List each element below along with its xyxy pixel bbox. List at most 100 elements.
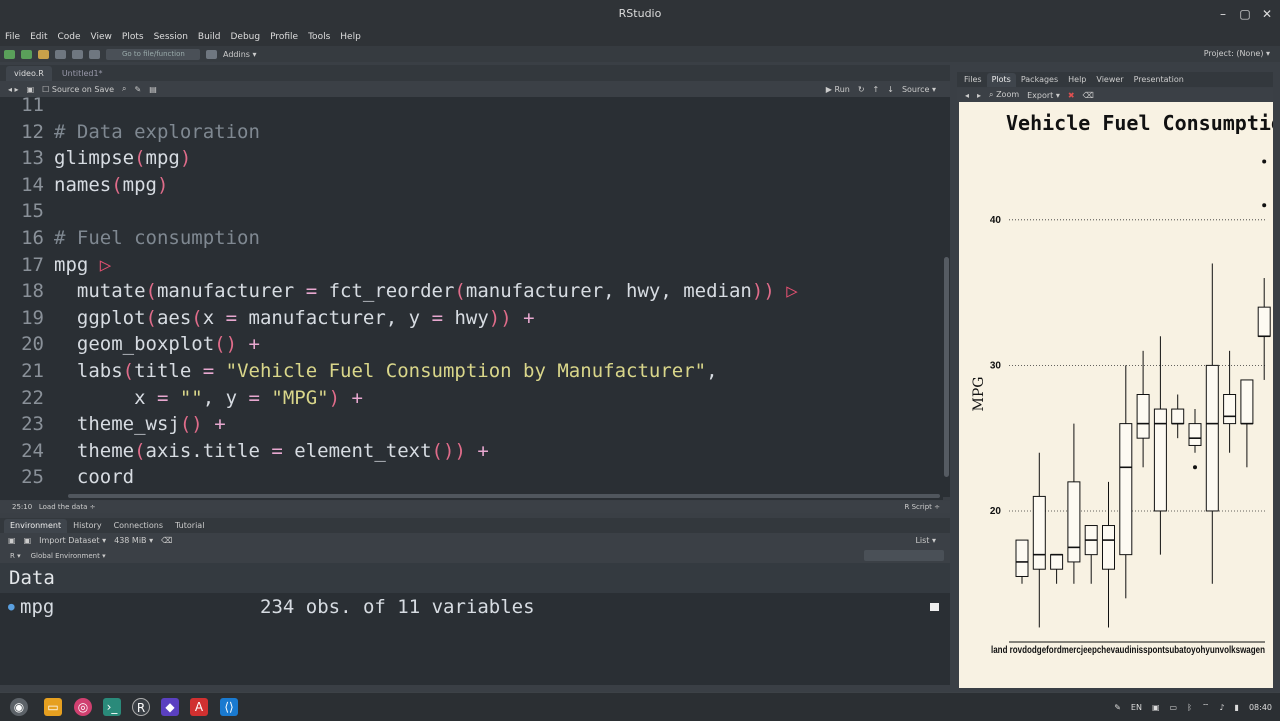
tab-tutorial[interactable]: Tutorial: [169, 519, 210, 533]
environment-select[interactable]: Global Environment ▾: [31, 552, 106, 560]
menu-view[interactable]: View: [86, 32, 117, 42]
code-line[interactable]: 15: [0, 198, 943, 225]
code-line[interactable]: 12 # Data exploration: [0, 119, 943, 146]
menu-file[interactable]: File: [0, 32, 25, 42]
expand-icon[interactable]: ●: [8, 593, 15, 621]
broom-icon[interactable]: ⌫: [1083, 91, 1094, 100]
battery-icon[interactable]: ▮: [1235, 703, 1239, 712]
new-file-icon[interactable]: [4, 49, 15, 59]
code-text[interactable]: mpg ▷: [54, 252, 111, 279]
scroll-thumb[interactable]: [68, 494, 940, 498]
goto-file-input[interactable]: Go to file/function: [106, 48, 200, 60]
tab-history[interactable]: History: [67, 519, 107, 533]
remove-plot-icon[interactable]: ✖: [1068, 91, 1075, 100]
env-search-input[interactable]: [864, 550, 944, 561]
menu-profile[interactable]: Profile: [265, 32, 303, 42]
search-icon[interactable]: ⌕: [122, 84, 126, 94]
code-text[interactable]: mutate(manufacturer = fct_reorder(manufa…: [54, 278, 798, 305]
rstudio-icon[interactable]: R: [132, 698, 150, 716]
volume-icon[interactable]: ♪: [1219, 703, 1224, 712]
scroll-thumb[interactable]: [944, 257, 949, 477]
import-dataset-button[interactable]: Import Dataset ▾: [39, 536, 106, 545]
tab-connections[interactable]: Connections: [108, 519, 169, 533]
code-text[interactable]: names(mpg): [54, 172, 168, 199]
tab-files[interactable]: Files: [959, 73, 987, 87]
tab-packages[interactable]: Packages: [1016, 73, 1063, 87]
code-text[interactable]: # Fuel consumption: [54, 225, 260, 252]
open-file-icon[interactable]: [38, 49, 49, 59]
code-line[interactable]: 23 theme_wsj() +: [0, 411, 943, 438]
load-icon[interactable]: ▣: [8, 536, 16, 545]
code-text[interactable]: labs(title = "Vehicle Fuel Consumption b…: [54, 358, 718, 385]
code-text[interactable]: x = "", y = "MPG") +: [54, 385, 363, 412]
code-text[interactable]: geom_boxplot() +: [54, 331, 260, 358]
save-icon[interactable]: ▣: [27, 85, 35, 94]
code-text[interactable]: ggplot(aes(x = manufacturer, y = hwy)) +: [54, 305, 535, 332]
browser-icon[interactable]: ◎: [74, 698, 92, 716]
tab-help[interactable]: Help: [1063, 73, 1091, 87]
network-icon[interactable]: ⌔: [1202, 702, 1210, 712]
code-line[interactable]: 16 # Fuel consumption: [0, 225, 943, 252]
keyboard-language[interactable]: EN: [1131, 703, 1142, 712]
save-icon[interactable]: ▣: [24, 536, 32, 545]
files-icon[interactable]: ▭: [44, 698, 62, 716]
tab-environment[interactable]: Environment: [4, 519, 68, 533]
tab-viewer[interactable]: Viewer: [1091, 73, 1128, 87]
new-project-icon[interactable]: [21, 49, 32, 59]
save-all-icon[interactable]: [72, 49, 83, 59]
vscode-icon[interactable]: ⟨⟩: [220, 698, 238, 716]
code-text[interactable]: # Data exploration: [54, 119, 260, 146]
code-editor[interactable]: 11 12 # Data exploration 13 glimpse(mpg) 14 na…: [0, 97, 943, 497]
memory-usage[interactable]: 438 MiB ▾: [114, 536, 153, 545]
code-line[interactable]: 22 x = "", y = "MPG") +: [0, 385, 943, 412]
maximize-icon[interactable]: ▢: [1234, 0, 1256, 28]
minimize-icon[interactable]: –: [1212, 0, 1234, 28]
source-button[interactable]: Source ▾: [902, 85, 936, 94]
menu-help[interactable]: Help: [335, 32, 366, 42]
code-line[interactable]: 24 theme(axis.title = element_text()) +: [0, 438, 943, 465]
addins-button[interactable]: Addins ▾: [223, 50, 257, 59]
code-text[interactable]: theme_wsj() +: [54, 411, 226, 438]
project-menu[interactable]: Project: (None) ▾: [1204, 46, 1270, 62]
notes-icon[interactable]: ✎: [1114, 703, 1121, 712]
code-line[interactable]: 21 labs(title = "Vehicle Fuel Consumptio…: [0, 358, 943, 385]
file-type[interactable]: R Script ÷: [905, 501, 940, 513]
down-icon[interactable]: ↓: [887, 85, 894, 94]
rerun-icon[interactable]: ↻: [858, 85, 865, 94]
code-line[interactable]: 18 mutate(manufacturer = fct_reorder(man…: [0, 278, 943, 305]
menu-tools[interactable]: Tools: [303, 32, 335, 42]
tab-video-r[interactable]: video.R: [6, 66, 52, 81]
start-menu-icon[interactable]: ◉: [10, 698, 28, 716]
text-editor-icon[interactable]: A: [190, 698, 208, 716]
code-text[interactable]: glimpse(mpg): [54, 145, 191, 172]
run-button[interactable]: ▶ Run: [826, 85, 850, 94]
code-line[interactable]: 25 coord: [0, 464, 943, 491]
view-table-icon[interactable]: [930, 603, 939, 611]
tab-presentation[interactable]: Presentation: [1129, 73, 1189, 87]
terminal-icon[interactable]: ›_: [103, 698, 121, 716]
notebook-icon[interactable]: ▤: [149, 85, 157, 94]
editor-horizontal-scrollbar[interactable]: [0, 492, 943, 500]
wand-icon[interactable]: ✎: [135, 85, 142, 94]
menu-edit[interactable]: Edit: [25, 32, 52, 42]
clipboard-icon[interactable]: ▣: [1152, 703, 1160, 712]
list-view-select[interactable]: List ▾: [915, 536, 950, 545]
workspace-panes-icon[interactable]: [206, 49, 217, 59]
list-item[interactable]: ● mpg 234 obs. of 11 variables: [0, 593, 950, 621]
broom-icon[interactable]: ⌫: [161, 536, 172, 545]
language-select[interactable]: R ▾: [10, 552, 21, 560]
menu-code[interactable]: Code: [53, 32, 86, 42]
game-icon[interactable]: ◆: [161, 698, 179, 716]
code-line[interactable]: 19 ggplot(aes(x = manufacturer, y = hwy)…: [0, 305, 943, 332]
export-button[interactable]: Export ▾: [1027, 91, 1060, 100]
up-icon[interactable]: ↑: [873, 85, 880, 94]
tab-untitled1[interactable]: Untitled1*: [54, 66, 111, 81]
tab-plots[interactable]: Plots: [986, 73, 1016, 87]
prev-plot-icon[interactable]: ◂: [965, 91, 969, 100]
section-navigator[interactable]: Load the data ÷: [39, 503, 96, 511]
zoom-button[interactable]: ⌕ Zoom: [989, 90, 1019, 100]
code-line[interactable]: 20 geom_boxplot() +: [0, 331, 943, 358]
source-on-save-checkbox[interactable]: ☐ Source on Save: [42, 85, 114, 94]
menu-build[interactable]: Build: [193, 32, 226, 42]
code-line[interactable]: 17 mpg ▷: [0, 252, 943, 279]
